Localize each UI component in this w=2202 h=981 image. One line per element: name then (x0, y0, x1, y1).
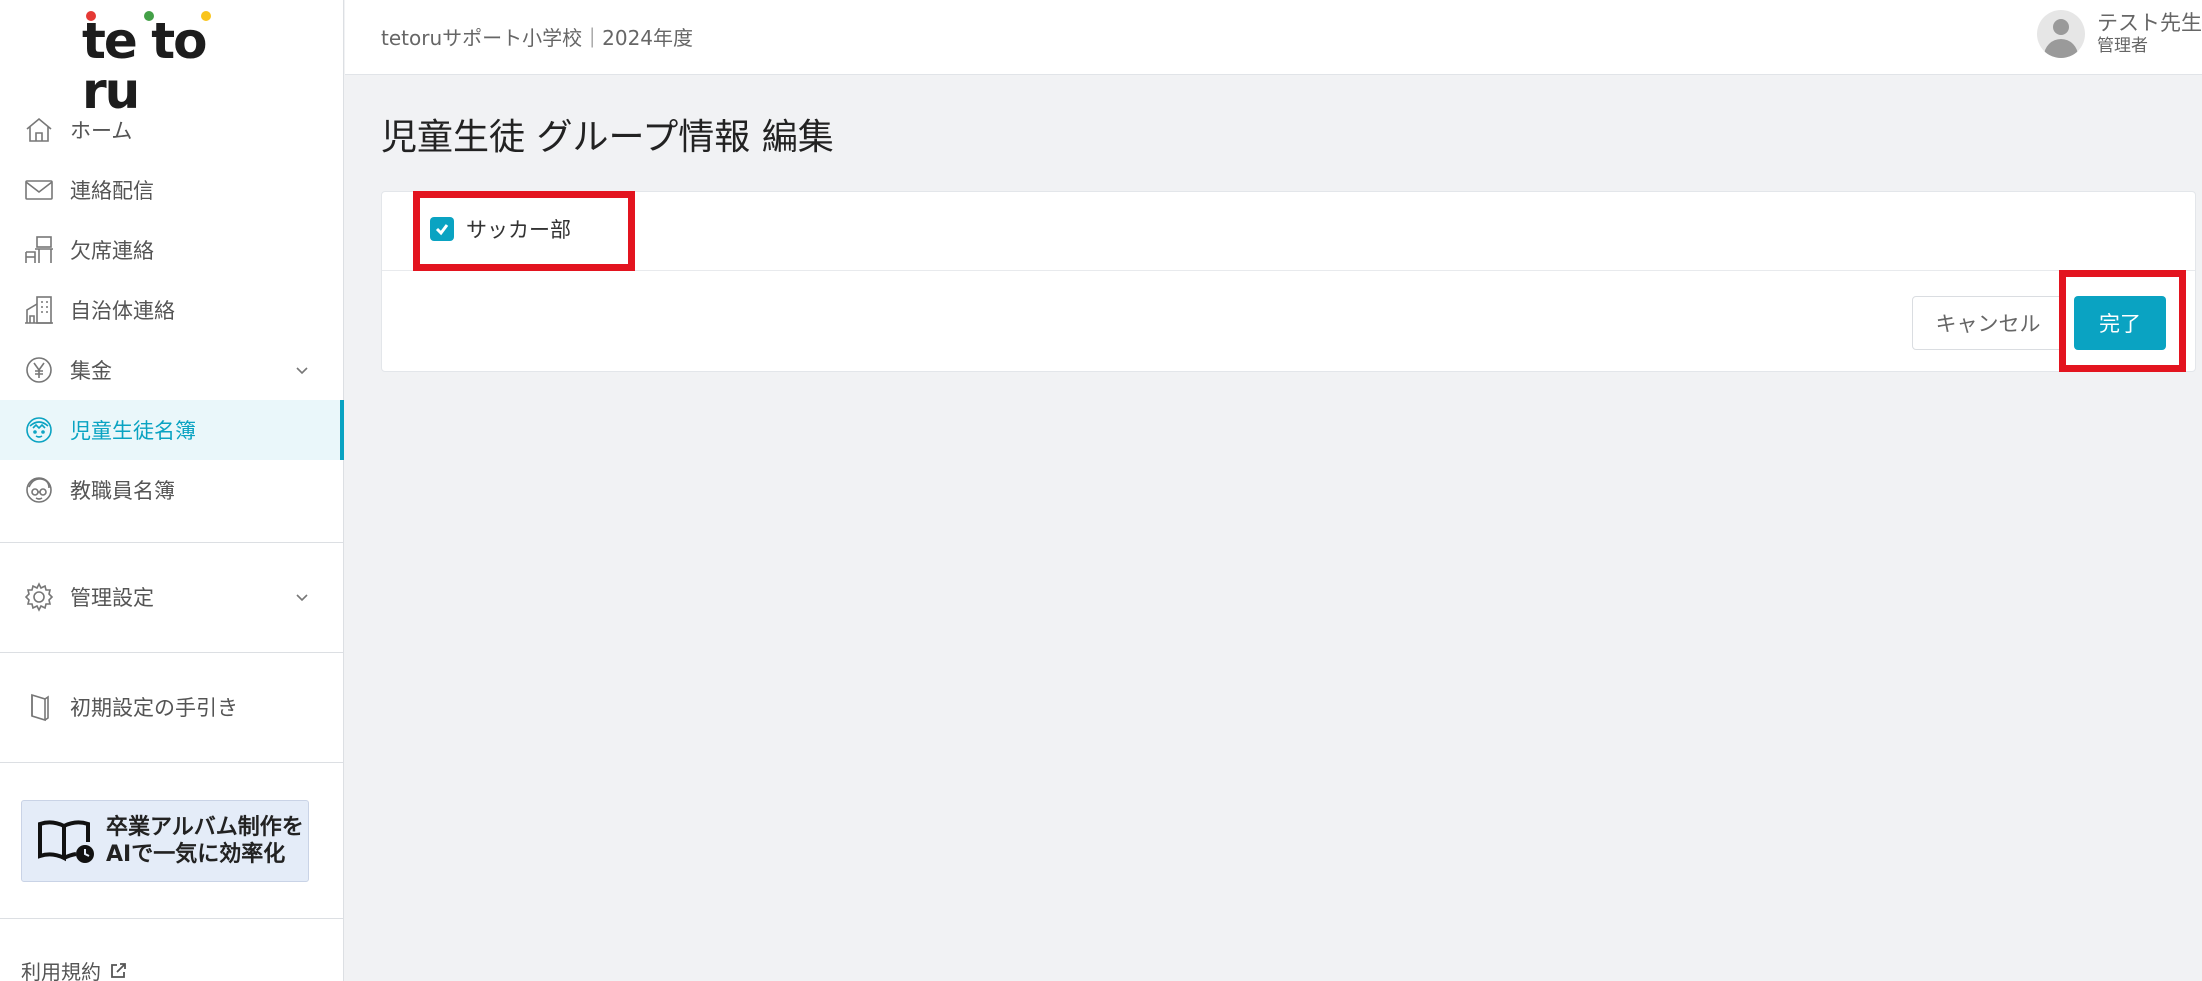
sidebar-item-home[interactable]: ホーム (0, 100, 343, 160)
school-year-label: tetoruサポート小学校｜2024年度 (381, 26, 694, 50)
sidebar-item-label: 教職員名簿 (70, 479, 175, 503)
user-name: テスト先生 (2097, 11, 2202, 35)
sidebar-nav: ホーム 連絡配信 欠席連絡 自治体連絡 集金 児童生徒名簿 教職員名簿 (0, 100, 344, 520)
home-icon (22, 113, 56, 147)
sidebar-item-teachers[interactable]: 教職員名簿 (0, 460, 343, 520)
group-edit-card: サッカー部 キャンセル 完了 (381, 191, 2196, 372)
card-divider (382, 270, 2195, 271)
sidebar-item-payment[interactable]: 集金 (0, 340, 343, 400)
mail-icon (22, 173, 56, 207)
sidebar-item-label: 管理設定 (70, 586, 154, 610)
building-icon (22, 293, 56, 327)
check-icon (435, 224, 449, 236)
sidebar: te to ru ホーム 連絡配信 欠席連絡 自治体連絡 集金 児童生徒名簿 教… (0, 0, 344, 981)
sidebar-divider (0, 652, 343, 653)
user-menu[interactable]: テスト先生 管理者 (2037, 10, 2202, 58)
sidebar-divider (0, 918, 343, 919)
banner-line-2: AIで一気に効率化 (106, 842, 286, 867)
top-header: tetoruサポート小学校｜2024年度 テスト先生 管理者 (345, 0, 2202, 75)
sidebar-item-label: 連絡配信 (70, 179, 154, 203)
desk-icon (22, 233, 56, 267)
group-option-soccer[interactable]: サッカー部 (430, 214, 571, 244)
terms-label: 利用規約 (21, 960, 101, 981)
external-link-icon (111, 962, 126, 978)
guide-book-icon (22, 690, 56, 724)
yen-icon (22, 353, 56, 387)
banner-line-1: 卒業アルバム制作を (106, 815, 304, 840)
sidebar-item-setup-guide[interactable]: 初期設定の手引き (0, 677, 343, 737)
sidebar-item-label: 集金 (70, 359, 112, 383)
sidebar-item-label: 初期設定の手引き (70, 696, 238, 720)
chevron-down-icon[interactable] (295, 589, 309, 603)
terms-link[interactable]: 利用規約 (21, 956, 127, 981)
sidebar-item-label: 欠席連絡 (70, 239, 154, 263)
avatar-head (2053, 19, 2069, 35)
page-title: 児童生徒 グループ情報 編集 (381, 117, 834, 158)
banner-text: 卒業アルバム制作を AIで一気に効率化 (106, 814, 304, 868)
group-option-label: サッカー部 (466, 218, 571, 242)
teacher-face-icon (22, 473, 56, 507)
sidebar-divider (0, 762, 343, 763)
sidebar-item-admin-settings[interactable]: 管理設定 (0, 567, 343, 627)
group-checkbox[interactable] (430, 217, 454, 241)
done-button[interactable]: 完了 (2074, 296, 2166, 350)
chevron-down-icon[interactable] (295, 362, 309, 376)
avatar-body (2044, 39, 2078, 58)
user-role: 管理者 (2097, 36, 2148, 56)
sidebar-item-label: 自治体連絡 (70, 299, 175, 323)
sidebar-divider (0, 542, 343, 543)
album-ai-banner[interactable]: 卒業アルバム制作を AIで一気に効率化 (21, 800, 309, 882)
sidebar-item-label: 児童生徒名簿 (70, 419, 196, 443)
sidebar-item-municipality[interactable]: 自治体連絡 (0, 280, 343, 340)
student-face-icon (22, 413, 56, 447)
sidebar-item-students[interactable]: 児童生徒名簿 (0, 400, 344, 460)
avatar (2037, 10, 2085, 58)
gear-icon (22, 580, 56, 614)
sidebar-item-messages[interactable]: 連絡配信 (0, 160, 343, 220)
tetoru-logo[interactable]: te to ru (82, 8, 252, 116)
album-book-clock-icon (36, 816, 96, 866)
sidebar-item-label: ホーム (70, 119, 133, 143)
sidebar-item-absence[interactable]: 欠席連絡 (0, 220, 343, 280)
cancel-button[interactable]: キャンセル (1912, 296, 2064, 350)
user-info: テスト先生 管理者 (2097, 11, 2202, 57)
